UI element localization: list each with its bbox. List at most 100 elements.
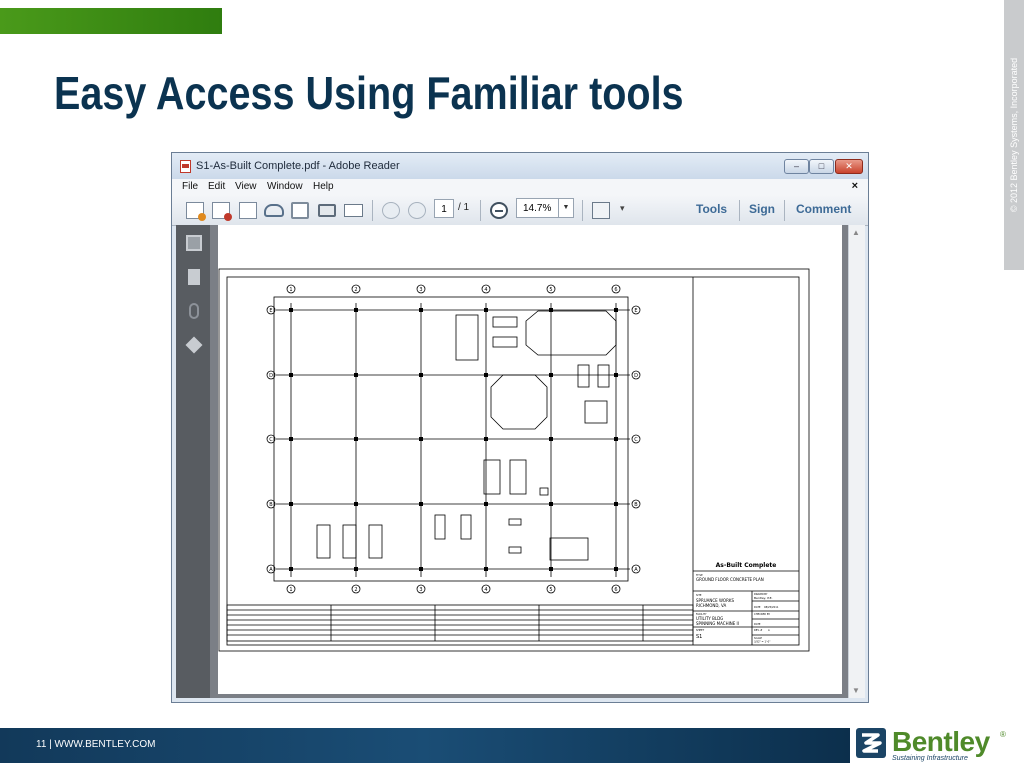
cloud-upload-icon[interactable] [264, 204, 284, 217]
grid-row-label: C [269, 437, 273, 443]
grid-col-label: 4 [484, 587, 487, 593]
next-page-icon[interactable] [408, 202, 426, 219]
column-marker [484, 437, 488, 441]
copyright-strip: © 2012 Bentley Systems, Incorporated [1004, 0, 1024, 270]
menu-help[interactable]: Help [313, 181, 334, 192]
equipment-pad [455, 314, 479, 361]
tools-button[interactable]: Tools [696, 202, 727, 216]
close-button[interactable]: ✕ [835, 159, 863, 174]
menu-window[interactable]: Window [267, 181, 303, 192]
zoom-select[interactable]: 14.7% ▼ [516, 198, 574, 218]
menu-view[interactable]: View [235, 181, 257, 192]
logo-registered: ® [1000, 730, 1006, 739]
page-number-input[interactable]: 1 [434, 199, 454, 218]
octagonal-pad [525, 310, 617, 356]
column-marker [419, 567, 423, 571]
scroll-up-icon[interactable]: ▲ [852, 228, 860, 237]
column-marker [419, 502, 423, 506]
email-icon[interactable] [344, 204, 363, 217]
column-marker [484, 373, 488, 377]
open-file-icon[interactable] [186, 202, 206, 221]
grid-col-label: 3 [419, 287, 422, 293]
edit-icon[interactable] [239, 202, 257, 219]
zoom-value: 14.7% [523, 203, 552, 214]
bookmark-icon[interactable] [188, 269, 200, 285]
equipment-pad [492, 316, 518, 328]
column-marker [289, 308, 293, 312]
equipment-pad [539, 487, 549, 496]
toolbar-separator [372, 200, 373, 221]
column-marker [614, 308, 618, 312]
grid-row-label: D [269, 373, 273, 379]
chevron-down-icon[interactable]: ▼ [558, 199, 573, 217]
footer-band: 11 | WWW.BENTLEY.COM [0, 728, 850, 763]
grid-row-label: E [634, 308, 637, 314]
grid-col-label: 1 [289, 587, 292, 593]
window-titlebar[interactable]: S1-As-Built Complete.pdf - Adobe Reader … [172, 153, 868, 179]
site-label: SITE [696, 593, 702, 597]
equipment-pad [342, 524, 357, 559]
grid-col-label: 2 [354, 287, 357, 293]
minimize-button[interactable]: – [784, 159, 809, 174]
grid-row-label: A [269, 567, 273, 573]
grid-col-label: 3 [419, 587, 422, 593]
toolbar-separator [582, 200, 583, 221]
prev-page-icon[interactable] [382, 202, 400, 219]
equipment-pad [460, 514, 472, 540]
rev-label: REV. # [754, 628, 762, 632]
maximize-button[interactable]: □ [809, 159, 834, 174]
zoom-out-icon[interactable] [490, 202, 508, 219]
drawn-by-value: Bentley, P.E. [754, 596, 773, 600]
date2-label: DATE [754, 622, 761, 626]
title-block-header: As-Built Complete [716, 562, 777, 569]
vertical-scrollbar[interactable]: ▲ ▼ [848, 225, 865, 698]
grid-row-label: D [634, 373, 638, 379]
grid-row-label: B [269, 502, 273, 508]
grid-col-label: 5 [549, 287, 552, 293]
column-marker [289, 502, 293, 506]
checked-by-label: CHECKED BY [754, 612, 770, 616]
equipment-pad [316, 524, 331, 559]
scroll-down-icon[interactable]: ▼ [852, 686, 860, 695]
sign-button[interactable]: Sign [749, 202, 775, 216]
layers-icon[interactable] [185, 336, 203, 354]
site-value-2: RICHMOND, VA [696, 603, 726, 608]
navigation-pane [176, 225, 210, 698]
column-marker [614, 437, 618, 441]
menu-edit[interactable]: Edit [208, 181, 225, 192]
print-icon[interactable] [318, 204, 336, 217]
menu-bar: File Edit View Window Help × [172, 179, 868, 195]
sheet-label: SHEET [696, 628, 705, 632]
column-marker [419, 437, 423, 441]
column-marker [419, 373, 423, 377]
equipment-pad [434, 514, 446, 540]
octagonal-pad [490, 374, 548, 430]
attachment-icon[interactable] [189, 303, 199, 319]
equipment-pad [584, 400, 608, 424]
column-marker [549, 502, 553, 506]
column-marker [354, 373, 358, 377]
bentley-logo: Bentley ® Sustaining Infrastructure [850, 724, 1020, 766]
fit-page-icon[interactable] [592, 202, 610, 219]
create-pdf-icon[interactable] [212, 202, 232, 221]
column-marker [614, 502, 618, 506]
floor-plan-drawing: 1 2 3 4 5 6 1 2 3 4 5 6 E D C B A E D C … [218, 268, 810, 652]
comment-button[interactable]: Comment [796, 202, 851, 216]
menu-file[interactable]: File [182, 181, 198, 192]
column-marker [549, 437, 553, 441]
column-marker [354, 567, 358, 571]
sheet-inner-border [226, 276, 800, 646]
document-close-button[interactable]: × [852, 180, 858, 192]
column-marker [354, 308, 358, 312]
column-marker [354, 502, 358, 506]
column-marker [614, 567, 618, 571]
scale-label: SCALE [754, 636, 762, 640]
logo-word: Bentley [892, 726, 990, 757]
document-area[interactable]: 1 2 3 4 5 6 1 2 3 4 5 6 E D C B A E D C … [210, 225, 848, 698]
toolbar-more-icon[interactable]: ▾ [620, 203, 625, 214]
save-icon[interactable] [291, 202, 309, 219]
accent-bar [0, 8, 222, 34]
column-marker [484, 308, 488, 312]
equipment-pad [509, 459, 527, 495]
pages-icon[interactable] [186, 235, 202, 251]
